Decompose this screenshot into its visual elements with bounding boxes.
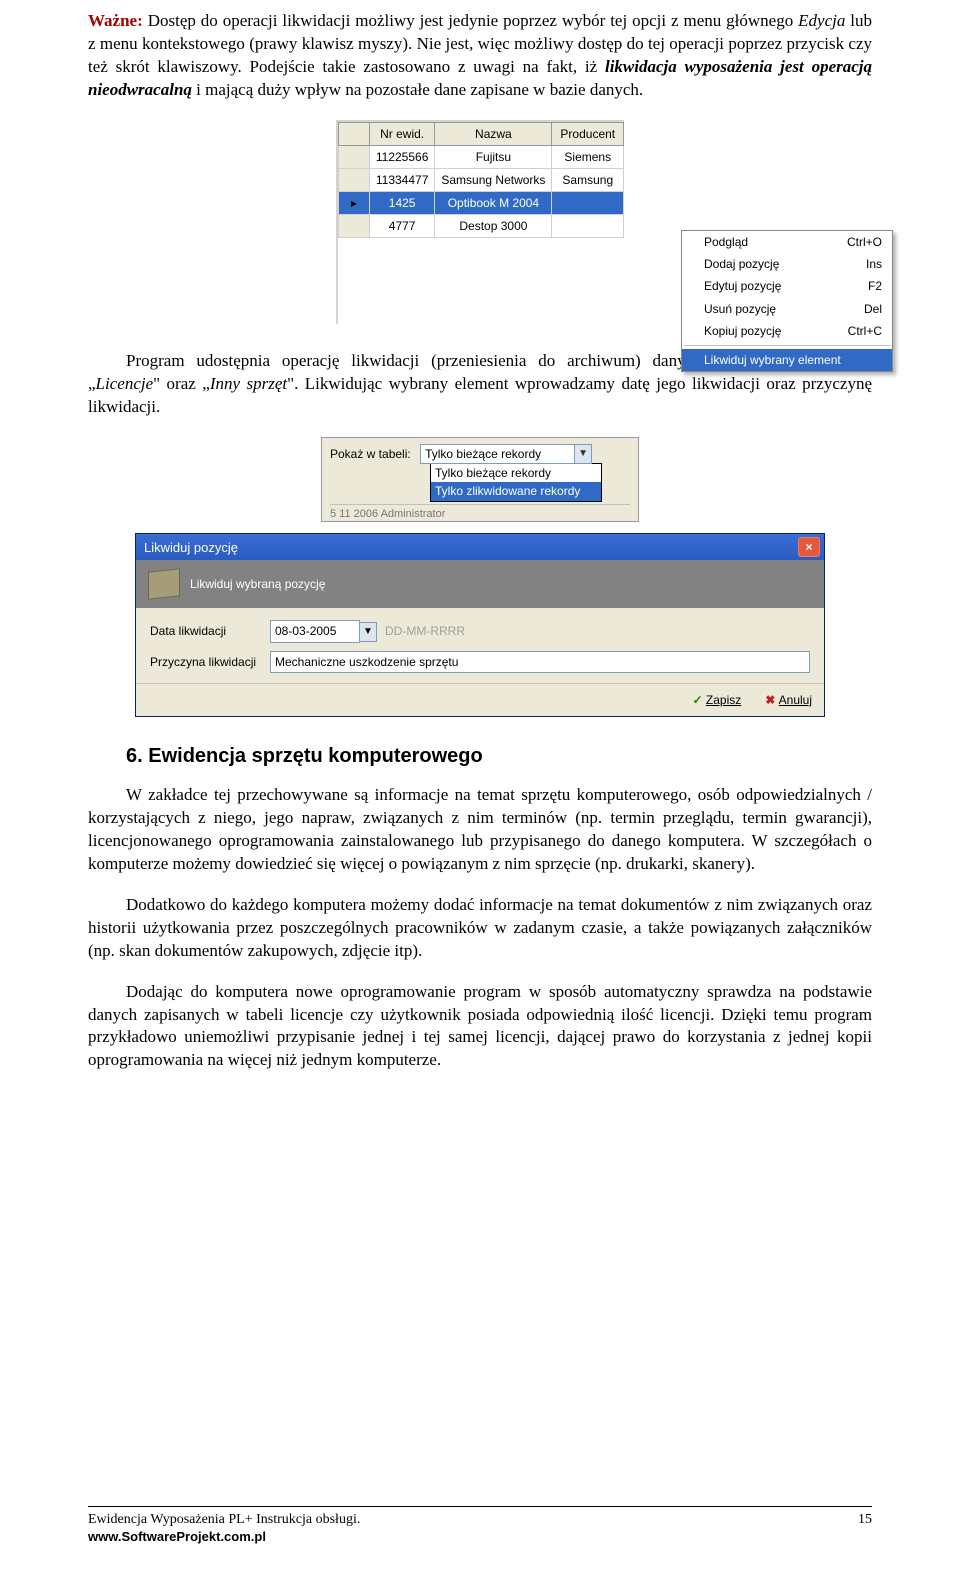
filter-option[interactable]: Tylko bieżące rekordy [431, 464, 601, 482]
paragraph-body: W zakładce tej przechowywane są informac… [88, 784, 872, 876]
chevron-down-icon[interactable]: ▼ [574, 445, 591, 463]
cancel-button[interactable]: Anuluj [765, 692, 812, 708]
col-header[interactable]: Nazwa [435, 122, 552, 145]
filter-combobox[interactable]: Tylko bieżące rekordy ▼ [420, 444, 592, 464]
table-row[interactable]: 4777 Destop 3000 [338, 214, 623, 237]
reason-input[interactable]: Mechaniczne uszkodzenie sprzętu [270, 651, 810, 673]
menu-separator [684, 345, 890, 346]
paragraph-body: Dodatkowo do każdego komputera możemy do… [88, 894, 872, 963]
table-row[interactable]: 11225566 Fujitsu Siemens [338, 145, 623, 168]
filter-label: Pokaż w tabeli: [330, 446, 411, 462]
col-header[interactable]: Nr ewid. [369, 122, 435, 145]
footer-url: www.SoftwareProjekt.com.pl [88, 1529, 360, 1545]
warning-label: Ważne: [88, 11, 143, 30]
context-menu: PodglądCtrl+O Dodaj pozycjęIns Edytuj po… [681, 230, 893, 372]
box-icon [148, 569, 180, 600]
section-heading: 6. Ewidencja sprzętu komputerowego [126, 743, 872, 770]
col-header[interactable]: Producent [552, 122, 624, 145]
menu-item-delete[interactable]: Usuń pozycjęDel [682, 298, 892, 320]
close-icon[interactable]: × [798, 537, 820, 557]
table-row[interactable]: 11334477 Samsung Networks Samsung [338, 168, 623, 191]
dialog-title: Likwiduj pozycję [144, 539, 238, 557]
table-corner [338, 122, 369, 145]
screenshot-filter-combo: Pokaż w tabeli: Tylko bieżące rekordy ▼ … [321, 437, 639, 522]
page-footer: Ewidencja Wyposażenia PL+ Instrukcja obs… [88, 1506, 872, 1545]
menu-item-add[interactable]: Dodaj pozycjęIns [682, 253, 892, 275]
dialog-header: Likwiduj wybraną pozycję [136, 560, 824, 608]
filter-option-selected[interactable]: Tylko zlikwidowane rekordy [431, 482, 601, 500]
menu-item-copy[interactable]: Kopiuj pozycjęCtrl+C [682, 320, 892, 342]
menu-item-edit[interactable]: Edytuj pozycjęF2 [682, 275, 892, 297]
screenshot-table-contextmenu: Nr ewid. Nazwa Producent 11225566 Fujits… [336, 120, 624, 324]
chevron-down-icon[interactable]: ▼ [360, 622, 377, 642]
footer-line1: Ewidencja Wyposażenia PL+ Instrukcja obs… [88, 1511, 360, 1529]
screenshot-liquidate-dialog: Likwiduj pozycję × Likwiduj wybraną pozy… [135, 533, 825, 717]
date-label: Data likwidacji [150, 623, 270, 639]
dialog-header-text: Likwiduj wybraną pozycję [190, 576, 325, 592]
page-number: 15 [858, 1511, 872, 1545]
save-button[interactable]: Zapisz [693, 692, 742, 708]
paragraph-body: Dodając do komputera nowe oprogramowanie… [88, 981, 872, 1073]
date-format-hint: DD-MM-RRRR [385, 623, 465, 639]
filter-dropdown-list: Tylko bieżące rekordy Tylko zlikwidowane… [430, 463, 602, 501]
menu-item-preview[interactable]: PodglądCtrl+O [682, 231, 892, 253]
date-input[interactable]: 08-03-2005 [270, 620, 360, 642]
paragraph-warning: Ważne: Dostęp do operacji likwidacji moż… [88, 10, 872, 102]
status-row: 5 11 2006 Administrator [330, 504, 630, 522]
reason-label: Przyczyna likwidacji [150, 654, 270, 670]
table-row-selected[interactable]: ▸ 1425 Optibook M 2004 [338, 191, 623, 214]
menu-item-liquidate[interactable]: Likwiduj wybrany element [682, 349, 892, 371]
dialog-titlebar: Likwiduj pozycję × [136, 534, 824, 560]
